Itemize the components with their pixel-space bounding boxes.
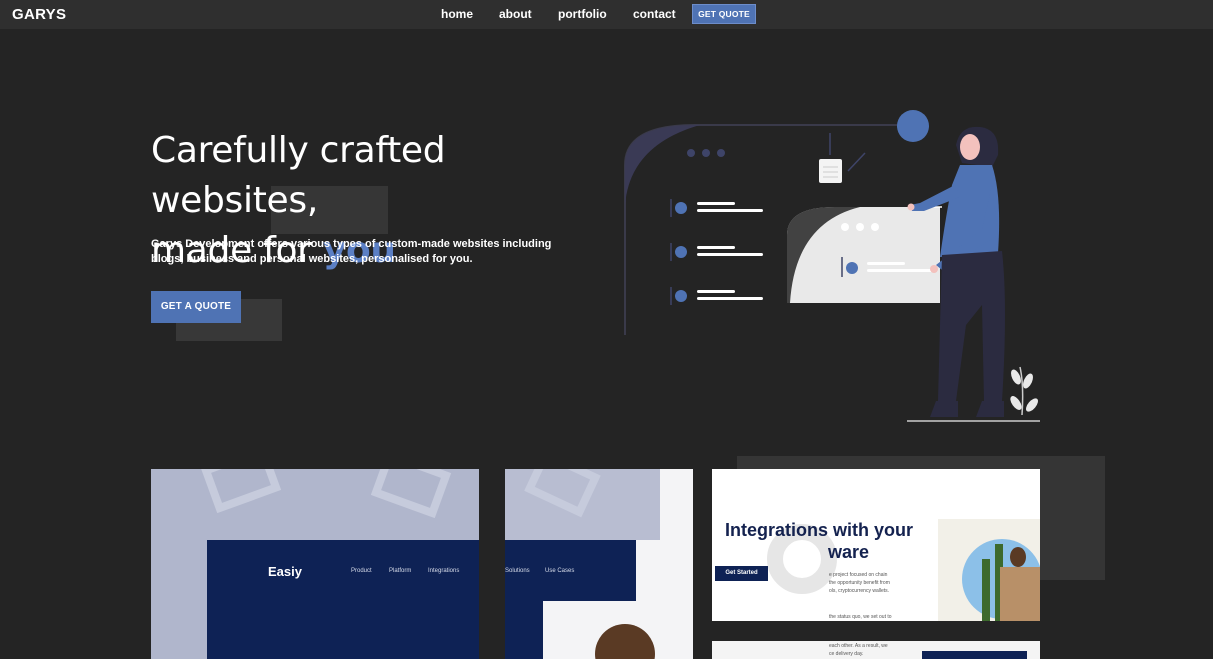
portfolio-card-2[interactable]: Solutions Use Cases bbox=[505, 469, 693, 659]
portfolio-card-1[interactable]: Easiy Product Platform Integrations bbox=[151, 469, 479, 659]
nav-link-home[interactable]: home bbox=[441, 7, 473, 21]
easiy-logo: Easiy bbox=[268, 564, 302, 579]
portfolio-card-4[interactable]: each other. As a result, we ce delivery … bbox=[712, 641, 1040, 659]
mini-link-platform: Platform bbox=[389, 568, 412, 574]
mini-link-integrations: Integrations bbox=[428, 568, 460, 574]
card3-title: Integrations with your ware bbox=[725, 519, 913, 563]
card3-text: the opportunity benefit from bbox=[829, 580, 890, 586]
card3-text: ols, cryptocurrency wallets. bbox=[829, 588, 890, 594]
card4-text: each other. As a result, we bbox=[829, 643, 888, 649]
brand-logo[interactable]: GARYS bbox=[12, 6, 66, 23]
top-nav: GARYS home about portfolio contact GET Q… bbox=[0, 0, 1213, 29]
pattern-decoration bbox=[200, 469, 452, 519]
get-quote-nav-button[interactable]: GET QUOTE bbox=[692, 4, 756, 24]
hero-illustration bbox=[624, 110, 1040, 422]
mini-link-product: Product bbox=[351, 568, 372, 574]
note-icon bbox=[819, 159, 842, 183]
portfolio-card-3[interactable]: Integrations with your ware Get Started … bbox=[712, 469, 1040, 621]
card3-text: the status quo, we set out to bbox=[829, 614, 892, 620]
nav-link-about[interactable]: about bbox=[499, 7, 532, 21]
card4-text: ce delivery day. bbox=[829, 651, 864, 657]
circle-icon bbox=[897, 110, 929, 142]
card3-title-line2: ware bbox=[828, 542, 870, 562]
hero-description: Garys Development offers various types o… bbox=[151, 238, 552, 265]
get-a-quote-button[interactable]: GET A QUOTE bbox=[151, 291, 241, 323]
hero-title-line1: Carefully crafted websites, bbox=[151, 130, 446, 221]
card3-title-line1: Integrations with your bbox=[725, 520, 914, 540]
mini-link-solutions: Solutions bbox=[505, 568, 530, 574]
card3-text: e project focused on chain bbox=[829, 572, 888, 578]
nav-link-portfolio[interactable]: portfolio bbox=[558, 7, 607, 21]
person-photo bbox=[1010, 547, 1026, 567]
nav-link-contact[interactable]: contact bbox=[633, 7, 676, 21]
mini-link-use-cases: Use Cases bbox=[545, 568, 575, 574]
get-started-button[interactable]: Get Started bbox=[715, 566, 768, 581]
